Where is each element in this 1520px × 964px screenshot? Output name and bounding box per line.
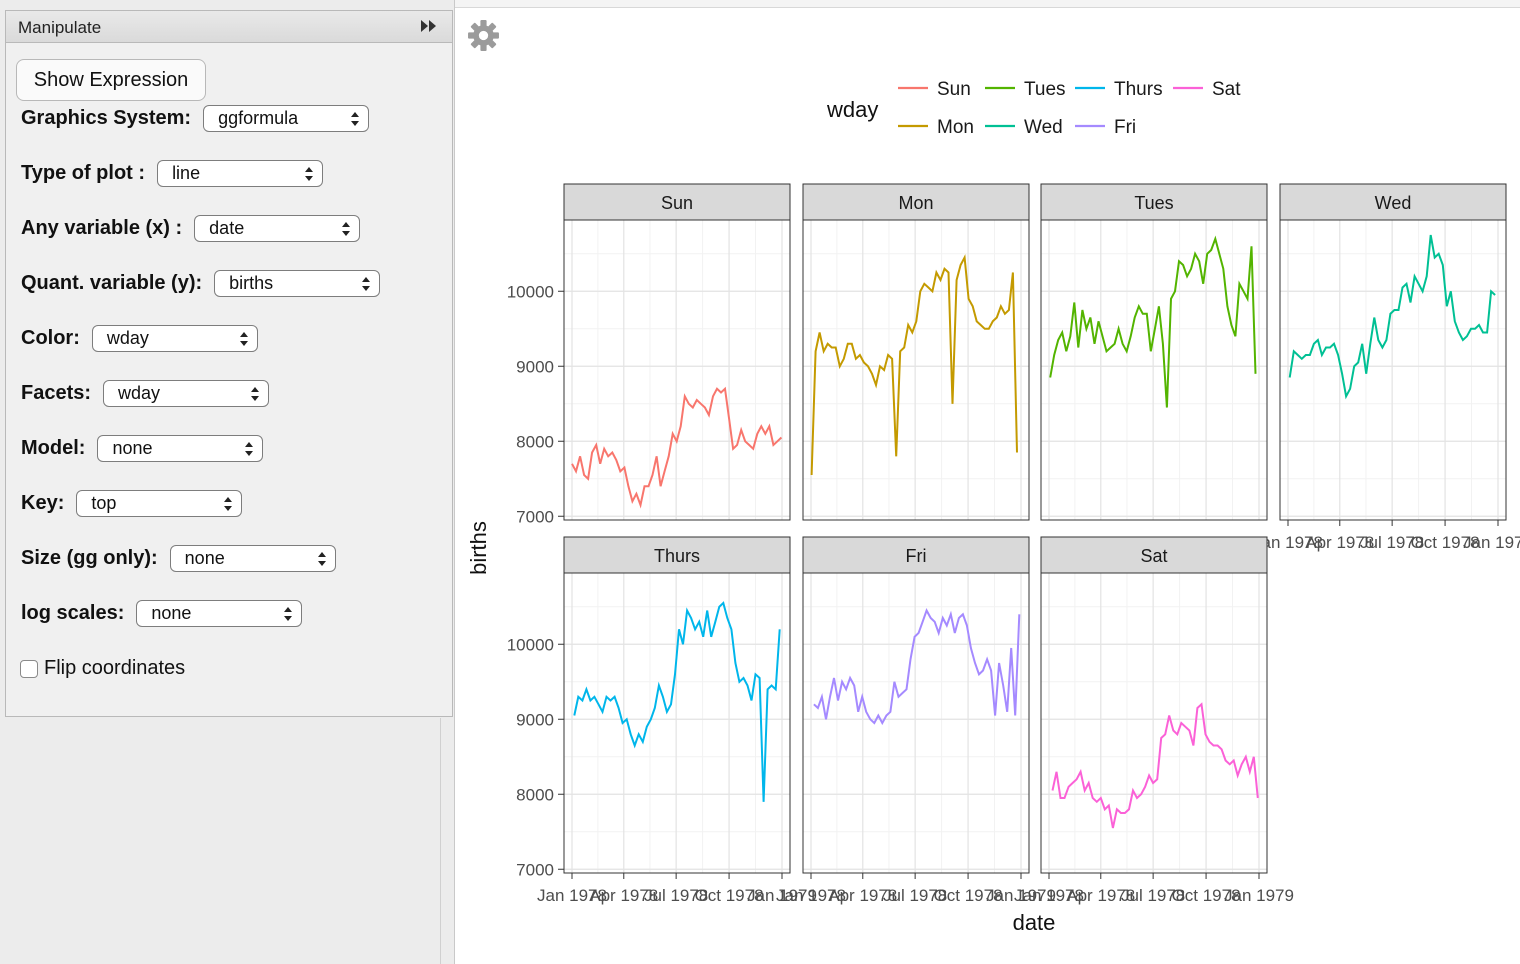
size-value: none <box>184 547 225 568</box>
log-scales-value: none <box>151 602 192 623</box>
select-arrows-icon <box>351 111 360 126</box>
manipulate-header: Manipulate <box>6 11 452 43</box>
y-axis-title: births <box>466 521 491 575</box>
select-arrows-icon <box>342 221 351 236</box>
legend-label-thurs: Thurs <box>1114 79 1163 100</box>
plot-type-select[interactable]: line <box>157 159 324 187</box>
graphics-system-row: Graphics System: ggformula <box>21 103 370 133</box>
color-value: wday <box>106 327 149 348</box>
y-tick-label: 9000 <box>516 710 554 729</box>
y-variable-row: Quant. variable (y): births <box>21 268 381 298</box>
legend-label-fri: Fri <box>1114 117 1136 138</box>
x-tick-label: Jan 1979 <box>1224 886 1294 905</box>
x-variable-select[interactable]: date <box>194 214 361 242</box>
y-variable-label: Quant. variable (y): <box>21 271 203 294</box>
x-axis-title: date <box>1013 910 1056 935</box>
color-row: Color: wday <box>21 323 258 353</box>
color-select[interactable]: wday <box>91 324 258 352</box>
legend-label-sat: Sat <box>1212 79 1241 100</box>
y-tick-label: 8000 <box>516 432 554 451</box>
size-label: Size (gg only): <box>21 546 158 569</box>
select-arrows-icon <box>245 441 254 456</box>
y-tick-label: 9000 <box>516 357 554 376</box>
facets-value: wday <box>118 382 161 403</box>
plot-type-row: Type of plot : line <box>21 158 324 188</box>
select-arrows-icon <box>317 551 326 566</box>
show-expression-button[interactable]: Show Expression <box>16 59 206 101</box>
select-arrows-icon <box>239 331 248 346</box>
color-label: Color: <box>21 326 80 349</box>
select-arrows-icon <box>224 496 233 511</box>
legend-title: wday <box>826 97 878 122</box>
x-variable-label: Any variable (x) : <box>21 216 183 239</box>
y-variable-value: births <box>229 272 274 293</box>
graphics-system-select[interactable]: ggformula <box>203 104 370 132</box>
size-row: Size (gg only): none <box>21 543 336 573</box>
select-arrows-icon <box>251 386 260 401</box>
flip-coordinates-row: Flip coordinates <box>20 657 185 680</box>
legend-label-wed: Wed <box>1024 117 1063 138</box>
x-variable-value: date <box>209 217 245 238</box>
y-tick-label: 8000 <box>516 785 554 804</box>
x-variable-row: Any variable (x) : date <box>21 213 361 243</box>
legend-label-mon: Mon <box>937 117 974 138</box>
plot-type-label: Type of plot : <box>21 161 146 184</box>
key-row: Key: top <box>21 488 243 518</box>
facet-strip-label-sun: Sun <box>661 193 693 213</box>
x-tick-label: Jan 1979 <box>1463 533 1520 552</box>
log-scales-select[interactable]: none <box>136 599 303 627</box>
plot-type-value: line <box>172 162 201 183</box>
facets-label: Facets: <box>21 381 92 404</box>
flip-coordinates-checkbox[interactable] <box>20 659 38 678</box>
model-row: Model: none <box>21 433 264 463</box>
y-tick-label: 7000 <box>516 860 554 879</box>
manipulate-title: Manipulate <box>18 18 102 37</box>
faceted-line-chart: Sun70008000900010000Mon Tues WedJan 1978Ap… <box>466 79 1520 935</box>
facets-select[interactable]: wday <box>103 379 270 407</box>
graphics-system-label: Graphics System: <box>21 106 192 129</box>
flip-coordinates-label: Flip coordinates <box>44 657 186 679</box>
select-arrows-icon <box>284 606 293 621</box>
key-label: Key: <box>21 491 65 514</box>
y-tick-label: 7000 <box>516 507 554 526</box>
double-chevron-right-icon[interactable] <box>420 19 438 33</box>
select-arrows-icon <box>362 276 371 291</box>
manipulate-panel: Manipulate Show Expression Graphics Syst… <box>5 10 453 717</box>
key-value: top <box>91 492 117 513</box>
graphics-system-value: ggformula <box>218 107 299 128</box>
facet-strip-label-fri: Fri <box>906 546 927 566</box>
facets-row: Facets: wday <box>21 378 270 408</box>
legend-label-tues: Tues <box>1024 79 1066 100</box>
legend-label-sun: Sun <box>937 79 971 100</box>
model-label: Model: <box>21 436 86 459</box>
sidebar-divider <box>440 718 441 964</box>
facet-strip-label-wed: Wed <box>1375 193 1412 213</box>
model-value: none <box>112 437 153 458</box>
y-tick-label: 10000 <box>507 282 554 301</box>
facet-strip-label-tues: Tues <box>1134 193 1173 213</box>
log-scales-label: log scales: <box>21 601 125 624</box>
facet-strip-label-thurs: Thurs <box>654 546 700 566</box>
y-tick-label: 10000 <box>507 635 554 654</box>
model-select[interactable]: none <box>97 434 264 462</box>
size-select[interactable]: none <box>169 544 336 572</box>
key-select[interactable]: top <box>76 489 243 517</box>
facet-strip-label-sat: Sat <box>1140 546 1167 566</box>
facet-strip-label-mon: Mon <box>898 193 933 213</box>
y-variable-select[interactable]: births <box>214 269 381 297</box>
log-scales-row: log scales: none <box>21 598 303 628</box>
select-arrows-icon <box>305 166 314 181</box>
